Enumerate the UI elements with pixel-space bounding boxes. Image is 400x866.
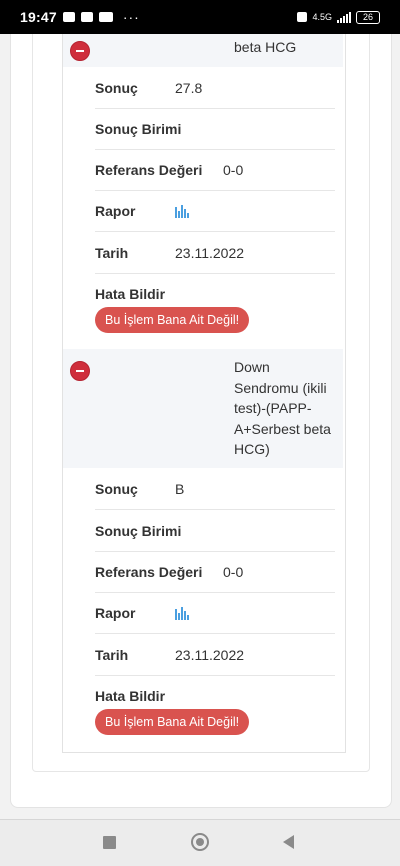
signal-icon <box>337 11 351 23</box>
date-label: Tarih <box>95 244 129 261</box>
result-value: 27.8 <box>175 79 203 96</box>
reference-value: 0-0 <box>223 563 244 580</box>
reference-row: Referans Değeri 0-0 <box>95 551 335 593</box>
unit-row: Sonuç Birimi <box>95 108 335 150</box>
unit-label: Sonuç Birimi <box>95 522 182 539</box>
group-header-beta-hcg: beta HCG <box>63 30 343 67</box>
not-my-transaction-button[interactable]: Bu İşlem Bana Ait Değil! <box>95 709 250 735</box>
result-label: Sonuç <box>95 79 138 96</box>
volte-icon <box>297 12 308 22</box>
error-report-label: Hata Bildir <box>95 285 166 302</box>
reference-value: 0-0 <box>223 161 244 178</box>
youtube-icon <box>98 12 113 22</box>
error-report-label: Hata Bildir <box>95 687 166 704</box>
collapse-icon[interactable] <box>70 41 90 61</box>
test-name: beta HCG <box>234 39 297 55</box>
unit-row: Sonuç Birimi <box>95 510 335 552</box>
status-bar: 19:47 ··· 4.5G 26 <box>0 0 400 34</box>
recent-apps-icon[interactable] <box>103 836 116 849</box>
home-icon[interactable] <box>191 833 209 851</box>
reference-label: Referans Değeri <box>95 563 203 580</box>
notification-icon <box>80 12 93 22</box>
test-name: Down Sendromu (ikili test)-(PAPP-A+Serbe… <box>234 359 331 457</box>
more-notifications-icon: ··· <box>122 9 140 25</box>
navigation-bar <box>0 819 400 866</box>
date-label: Tarih <box>95 646 129 663</box>
result-value: B <box>175 480 185 497</box>
clock: 19:47 <box>20 9 57 25</box>
bar-chart-icon[interactable] <box>175 606 189 620</box>
not-my-transaction-button[interactable]: Bu İşlem Bana Ait Değil! <box>95 307 250 333</box>
date-row: Tarih 23.11.2022 <box>95 634 335 676</box>
back-icon[interactable] <box>283 835 294 849</box>
report-label: Rapor <box>95 202 136 219</box>
report-row: Rapor <box>95 190 335 232</box>
result-row: Sonuç B <box>95 468 335 510</box>
group-header-down-syndrome: Down Sendromu (ikili test)-(PAPP-A+Serbe… <box>63 349 343 468</box>
network-type: 4.5G <box>312 12 332 22</box>
collapse-icon[interactable] <box>70 361 90 381</box>
date-row: Tarih 23.11.2022 <box>95 232 335 274</box>
date-value: 23.11.2022 <box>175 244 245 261</box>
date-value: 23.11.2022 <box>175 646 245 663</box>
result-row: Sonuç 27.8 <box>95 67 335 109</box>
unit-label: Sonuç Birimi <box>95 120 182 137</box>
reference-row: Referans Değeri 0-0 <box>95 149 335 191</box>
report-row: Rapor <box>95 592 335 634</box>
reference-label: Referans Değeri <box>95 161 203 178</box>
result-label: Sonuç <box>95 480 138 497</box>
bar-chart-icon[interactable] <box>175 204 189 218</box>
battery-icon: 26 <box>356 10 380 24</box>
gallery-icon <box>62 12 75 22</box>
report-label: Rapor <box>95 604 136 621</box>
